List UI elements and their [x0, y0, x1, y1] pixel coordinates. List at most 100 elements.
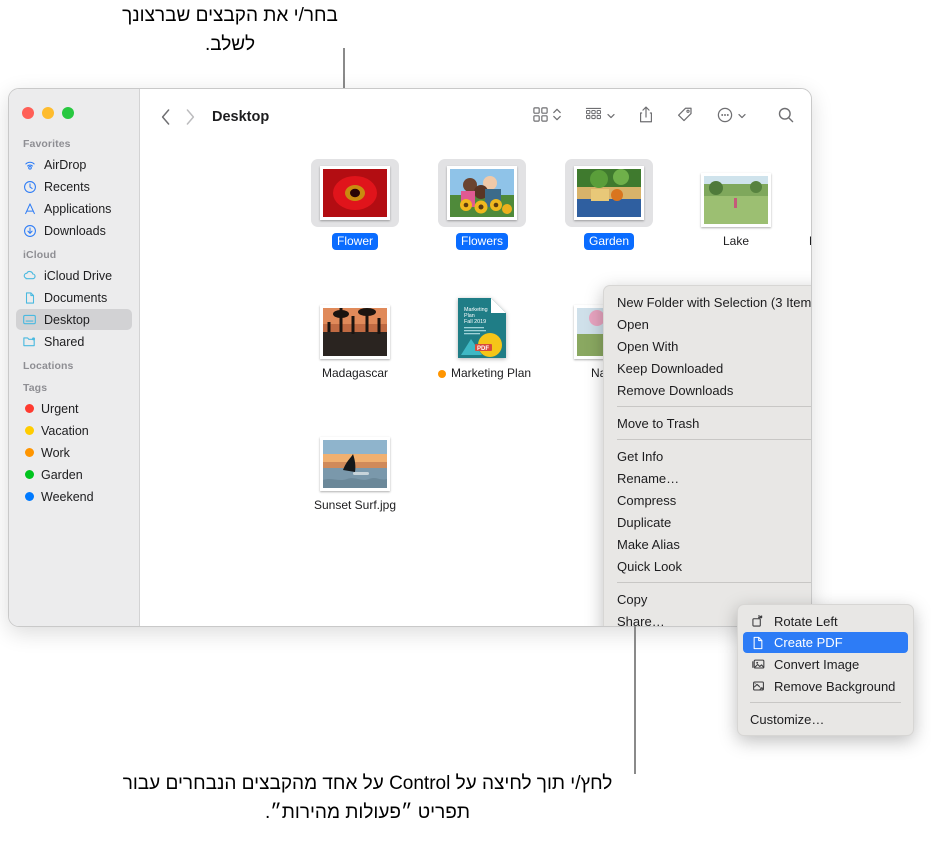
menu-item-open-with[interactable]: Open With ›	[604, 335, 811, 357]
file-thumbnail-wrap	[306, 417, 404, 491]
sidebar-item-recents[interactable]: Recents	[16, 176, 132, 197]
tag-color-dot	[25, 404, 34, 413]
back-chevron-icon[interactable]	[154, 105, 178, 129]
file-item[interactable]: Lake	[687, 153, 785, 250]
group-by-button[interactable]	[584, 106, 616, 128]
document-icon	[22, 290, 37, 305]
sidebar-item-documents[interactable]: Documents	[16, 287, 132, 308]
finder-window: Favorites AirDrop Recents Applications D…	[8, 88, 812, 627]
submenu-item-label: Create PDF	[774, 635, 843, 650]
sidebar-item-label: Vacation	[41, 423, 89, 438]
sidebar-item-label: Weekend	[41, 489, 94, 504]
file-name: Farmers Market Poster	[804, 233, 811, 250]
download-icon	[22, 223, 37, 238]
file-item[interactable]: Sunset Surf.jpg	[306, 417, 404, 514]
pdf-document-icon-marketing-plan: Marketing Plan Fall 2019 PDF	[458, 298, 506, 358]
sidebar-item-label: Recents	[44, 179, 90, 194]
sidebar-item-airdrop[interactable]: AirDrop	[16, 154, 132, 175]
chevron-down-icon[interactable]	[606, 108, 616, 126]
file-name: Garden	[583, 233, 635, 250]
sidebar: Favorites AirDrop Recents Applications D…	[9, 89, 140, 626]
submenu-item-create-pdf[interactable]: Create PDF	[743, 632, 908, 653]
menu-item-rename[interactable]: Rename…	[604, 467, 811, 489]
file-item[interactable]: Flower	[306, 153, 404, 250]
sidebar-item-downloads[interactable]: Downloads	[16, 220, 132, 241]
sidebar-item-label: Garden	[41, 467, 83, 482]
menu-separator	[617, 439, 811, 440]
forward-chevron-icon[interactable]	[178, 105, 202, 129]
menu-item-duplicate[interactable]: Duplicate	[604, 511, 811, 533]
menu-item-move-to-trash[interactable]: Move to Trash	[604, 412, 811, 434]
submenu-item-label: Remove Background	[774, 678, 896, 694]
menu-item-quick-look[interactable]: Quick Look	[604, 555, 811, 577]
quick-actions-submenu: Rotate Left Create PDF Convert Image Rem…	[737, 604, 914, 736]
file-item[interactable]: Madagascar	[306, 285, 404, 382]
window-title: Desktop	[212, 109, 270, 125]
file-item[interactable]: Farmers Market Poster	[804, 153, 811, 250]
submenu-item-convert-image[interactable]: Convert Image	[738, 653, 913, 675]
menu-item-get-info[interactable]: Get Info	[604, 445, 811, 467]
sidebar-tag-garden[interactable]: Garden	[16, 464, 132, 485]
sidebar-item-icloud-drive[interactable]: iCloud Drive	[16, 265, 132, 286]
photo-thumbnail-lake	[701, 173, 771, 227]
tag-color-dot	[25, 448, 34, 457]
sidebar-item-shared[interactable]: Shared	[16, 331, 132, 352]
menu-item-new-folder-with-selection[interactable]: New Folder with Selection (3 Items)	[604, 291, 811, 313]
traffic-lights	[9, 97, 139, 131]
bottom-callout-line	[634, 622, 636, 774]
file-name: Lake	[722, 234, 750, 248]
close-button[interactable]	[22, 107, 34, 119]
file-name: Flowers	[455, 233, 508, 250]
file-thumbnail-wrap	[433, 153, 531, 227]
sidebar-tag-vacation[interactable]: Vacation	[16, 420, 132, 441]
submenu-item-remove-background[interactable]: Remove Background	[738, 675, 913, 697]
selection-background	[311, 159, 399, 227]
file-item[interactable]: Flowers	[433, 153, 531, 250]
sidebar-item-label: Documents	[44, 290, 108, 305]
file-item[interactable]: Marketing Plan Fall 2019 PDF Marketing P…	[433, 285, 531, 382]
menu-item-make-alias[interactable]: Make Alias	[604, 533, 811, 555]
zoom-button[interactable]	[62, 107, 74, 119]
sidebar-item-label: Work	[41, 445, 70, 460]
context-menu: New Folder with Selection (3 Items) Open…	[603, 285, 811, 626]
file-item[interactable]: Garden	[560, 153, 658, 250]
menu-item-open[interactable]: Open	[604, 313, 811, 335]
minimize-button[interactable]	[42, 107, 54, 119]
updown-stepper-icon[interactable]	[552, 106, 562, 128]
bottom-annotation-text: לחץ/י תוך לחיצה על Control על אחד מהקבצי…	[122, 773, 613, 823]
clock-icon	[22, 179, 37, 194]
sidebar-tag-weekend[interactable]: Weekend	[16, 486, 132, 507]
submenu-item-label: Convert Image	[774, 656, 860, 672]
file-name: Marketing Plan	[451, 366, 532, 380]
main-pane: Desktop Flower Flowers Garden Lake Madag…	[140, 89, 811, 626]
share-button[interactable]	[638, 105, 654, 129]
sidebar-item-desktop[interactable]: Desktop	[16, 309, 132, 330]
sidebar-item-label: AirDrop	[44, 157, 87, 172]
submenu-item-rotate-left[interactable]: Rotate Left	[738, 610, 913, 632]
file-thumbnail-wrap	[306, 285, 404, 359]
sidebar-section-favorites: Favorites	[23, 138, 71, 150]
photo-thumbnail-flowers	[447, 166, 517, 220]
file-thumbnail-wrap	[687, 153, 785, 227]
tag-color-dot	[25, 426, 34, 435]
menu-item-keep-downloaded[interactable]: Keep Downloaded	[604, 357, 811, 379]
icon-view-button[interactable]	[532, 106, 562, 128]
svg-text:PDF: PDF	[477, 346, 489, 352]
sidebar-tag-work[interactable]: Work	[16, 442, 132, 463]
sidebar-tag-urgent[interactable]: Urgent	[16, 398, 132, 419]
menu-separator	[617, 406, 811, 407]
sidebar-item-applications[interactable]: Applications	[16, 198, 132, 219]
tag-button[interactable]	[676, 106, 694, 129]
chevron-down-icon[interactable]	[737, 108, 747, 126]
applications-icon	[22, 201, 37, 216]
menu-item-compress[interactable]: Compress	[604, 489, 811, 511]
file-name: Sunset Surf.jpg	[313, 498, 397, 512]
sidebar-item-label: iCloud Drive	[44, 268, 113, 283]
more-actions-button[interactable]	[716, 106, 747, 129]
file-name-wrap: Marketing Plan	[433, 365, 536, 382]
tag-color-dot	[25, 470, 34, 479]
search-button[interactable]	[777, 106, 795, 129]
menu-item-remove-downloads[interactable]: Remove Downloads	[604, 379, 811, 401]
sidebar-item-label: Urgent	[41, 401, 79, 416]
submenu-item-customize[interactable]: Customize…	[738, 708, 913, 730]
